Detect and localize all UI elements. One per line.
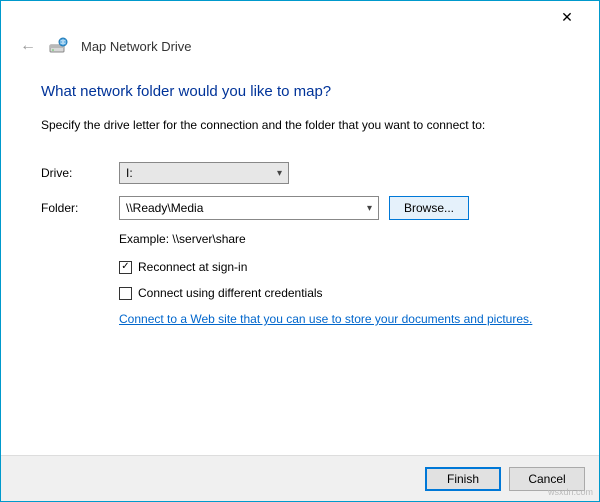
drive-select-value: I: xyxy=(126,166,133,180)
chevron-down-icon: ▾ xyxy=(367,203,372,214)
browse-button[interactable]: Browse... xyxy=(389,196,469,220)
footer: Finish Cancel xyxy=(1,455,599,501)
credentials-checkbox[interactable] xyxy=(119,287,132,300)
drive-label: Drive: xyxy=(41,166,119,180)
close-icon: ✕ xyxy=(561,9,573,26)
reconnect-label: Reconnect at sign-in xyxy=(138,260,247,274)
content-area: What network folder would you like to ma… xyxy=(1,65,599,455)
titlebar: ✕ xyxy=(1,1,599,33)
drive-row: Drive: I: ▾ xyxy=(41,162,559,184)
back-button[interactable]: ← xyxy=(19,37,37,55)
map-network-drive-window: ✕ ← Map Network Drive What network folde… xyxy=(0,0,600,502)
credentials-label: Connect using different credentials xyxy=(138,286,323,300)
cancel-button[interactable]: Cancel xyxy=(509,467,585,491)
page-heading: What network folder would you like to ma… xyxy=(41,83,559,100)
example-text: Example: \\server\share xyxy=(119,232,559,246)
folder-label: Folder: xyxy=(41,201,119,215)
instruction-text: Specify the drive letter for the connect… xyxy=(41,118,559,132)
close-button[interactable]: ✕ xyxy=(547,3,587,31)
folder-combobox[interactable]: \\Ready\Media ▾ xyxy=(119,196,379,220)
finish-button[interactable]: Finish xyxy=(425,467,501,491)
back-arrow-icon: ← xyxy=(20,37,36,54)
reconnect-checkbox[interactable]: ✓ xyxy=(119,261,132,274)
folder-row: Folder: \\Ready\Media ▾ Browse... xyxy=(41,196,559,220)
connect-website-link[interactable]: Connect to a Web site that you can use t… xyxy=(119,312,532,326)
reconnect-checkbox-row[interactable]: ✓ Reconnect at sign-in xyxy=(119,260,559,274)
drive-select[interactable]: I: ▾ xyxy=(119,162,289,184)
chevron-down-icon: ▾ xyxy=(277,168,282,179)
credentials-checkbox-row[interactable]: Connect using different credentials xyxy=(119,286,559,300)
header-row: ← Map Network Drive xyxy=(1,33,599,65)
network-drive-icon xyxy=(49,37,69,55)
folder-value: \\Ready\Media xyxy=(126,201,203,215)
wizard-title: Map Network Drive xyxy=(81,39,192,54)
